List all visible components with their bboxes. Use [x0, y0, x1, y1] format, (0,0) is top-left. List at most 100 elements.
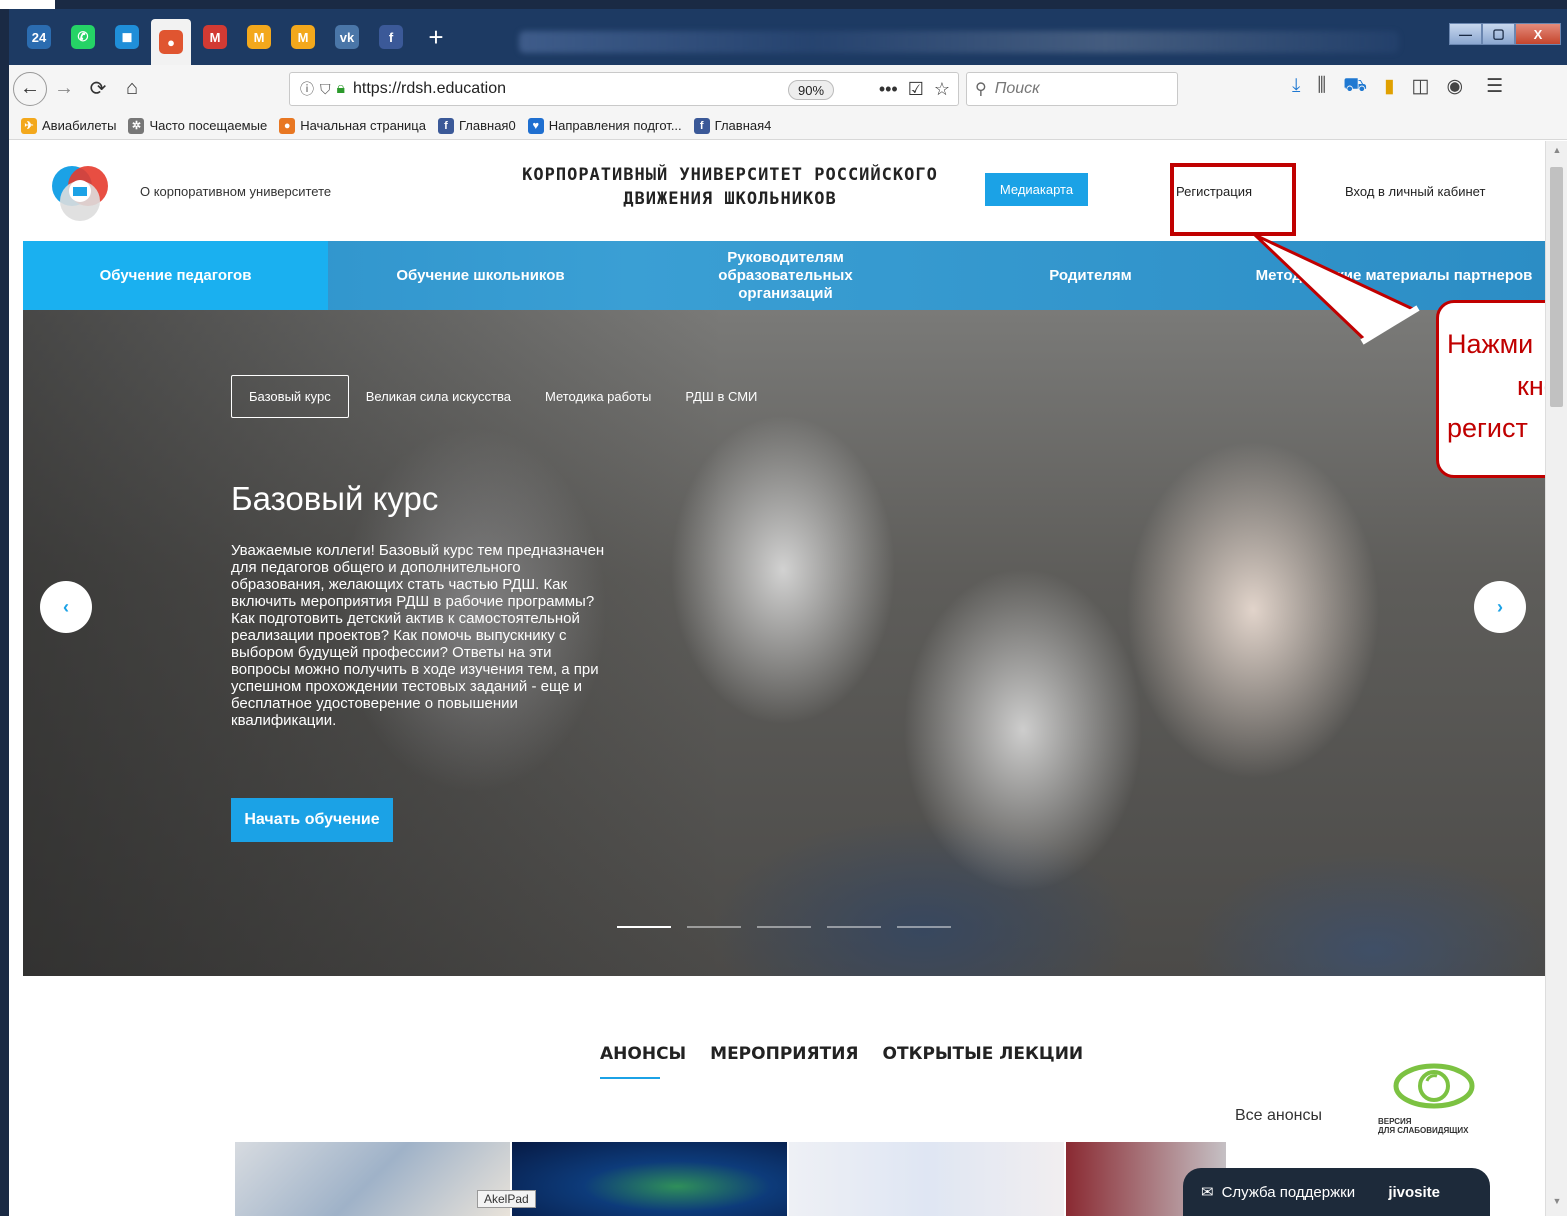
bookmark-item[interactable]: f Главная0	[437, 117, 516, 134]
tab-mail2[interactable]: M	[239, 17, 279, 57]
tab-vk[interactable]: vk	[327, 17, 367, 57]
library-icon[interactable]: ⫼	[1317, 75, 1326, 99]
bookmark-item[interactable]: ✈ Авиабилеты	[21, 117, 116, 134]
back-icon[interactable]: ←	[13, 71, 47, 106]
url-bar[interactable]: ⓘ ⛉ 🔒︎ https://rdsh.education 90% ••• ☑ …	[289, 72, 959, 106]
minimize-button[interactable]: —	[1449, 23, 1482, 45]
about-university-link[interactable]: О корпоративном университете	[140, 184, 331, 199]
reload-icon[interactable]: ⟳	[81, 72, 115, 106]
message-icon: ✉	[1201, 1184, 1214, 1201]
tab-rdsh[interactable]: ●	[151, 19, 191, 65]
bookmark-item[interactable]: ● Начальная страница	[279, 117, 426, 134]
forward-icon[interactable]: →	[47, 72, 81, 106]
announcement-card[interactable]	[235, 1142, 510, 1216]
section-tabs: АНОНСЫ МЕРОПРИЯТИЯ ОТКРЫТЫЕ ЛЕКЦИИ	[600, 1044, 1084, 1079]
tracking-shield-icon[interactable]: ⛉	[320, 81, 331, 98]
page-actions-icon[interactable]: •••	[879, 79, 898, 100]
zoom-level[interactable]: 90%	[788, 80, 835, 100]
tab-facebook[interactable]: f	[371, 17, 411, 57]
pocket-icon[interactable]: ☑	[908, 79, 924, 100]
section-tab[interactable]: ОТКРЫТЫЕ ЛЕКЦИИ	[883, 1044, 1084, 1064]
login-link[interactable]: Вход в личный кабинет	[1345, 184, 1485, 199]
nav-item[interactable]: Руководителям образовательных организаци…	[633, 241, 938, 310]
slider-dot[interactable]	[757, 926, 811, 928]
all-announcements-link[interactable]: Все анонсы	[1235, 1107, 1322, 1125]
active-tab-underline	[600, 1077, 660, 1079]
hero-tab[interactable]: РДШ в СМИ	[668, 375, 774, 418]
new-tab-button[interactable]: +	[421, 22, 451, 53]
flag-icon[interactable]: ▮	[1384, 75, 1394, 99]
bookmark-label: Главная0	[458, 118, 516, 133]
blurred-tabs	[519, 31, 1399, 53]
next-slide-button[interactable]: ›	[1474, 581, 1526, 633]
hero-title: Базовый курс	[231, 480, 439, 517]
akelpad-label[interactable]: AkelPad	[477, 1190, 536, 1208]
bookmarks-bar: ✈ Авиабилеты ✲ Часто посещаемые ● Начальная с…	[9, 112, 1567, 140]
tab-mail1-icon: M	[203, 25, 227, 49]
tab-whatsapp[interactable]: ✆	[63, 17, 103, 57]
tab-24[interactable]: 24	[19, 17, 59, 57]
slider-dot[interactable]	[687, 926, 741, 928]
tab-mail3[interactable]: M	[283, 17, 323, 57]
bookmark-label: Начальная страница	[300, 118, 426, 133]
url-text[interactable]: https://rdsh.education	[353, 80, 506, 98]
prev-slide-button[interactable]: ‹	[40, 581, 92, 633]
rdsh-logo[interactable]	[47, 161, 113, 223]
slider-dot[interactable]	[827, 926, 881, 928]
home-icon[interactable]: ⌂	[115, 72, 149, 106]
url-actions: ••• ☑ ☆	[879, 79, 950, 100]
bookmark-star-icon[interactable]: ☆	[934, 79, 950, 100]
support-label: Служба поддержки	[1221, 1183, 1356, 1201]
low-vision-link[interactable]: ВЕРСИЯ ДЛЯ СЛАБОВИДЯЩИХ	[1378, 1117, 1468, 1135]
section-tab[interactable]: МЕРОПРИЯТИЯ	[710, 1044, 858, 1064]
info-icon[interactable]: ⓘ	[300, 79, 314, 99]
cart-icon[interactable]: ⛟	[1343, 75, 1367, 99]
tab-list: 24 ✆ ◼ ● M M Mvk f	[15, 9, 411, 65]
register-highlight-box	[1170, 163, 1296, 236]
slider-dot[interactable]	[897, 926, 951, 928]
hero-tab[interactable]: Методика работы	[528, 375, 668, 418]
announcement-card[interactable]	[512, 1142, 787, 1216]
scroll-down-icon[interactable]: ▼	[1551, 1196, 1563, 1206]
annotation-pointer	[1253, 233, 1420, 345]
bookmark-item[interactable]: ♥ Направления подгот...	[527, 117, 682, 134]
search-input[interactable]: ⚲ Поиск	[966, 72, 1178, 106]
hero-tab[interactable]: Великая сила искусства	[349, 375, 528, 418]
nav-item[interactable]: Обучение педагогов	[23, 241, 328, 310]
lock-icon[interactable]: 🔒︎	[337, 80, 346, 98]
extension-icon[interactable]: ◉	[1446, 75, 1463, 99]
window-frame-top	[55, 0, 1567, 9]
scroll-thumb[interactable]	[1550, 167, 1563, 407]
announcement-card[interactable]	[789, 1142, 1064, 1216]
tab-rdsh-icon: ●	[159, 30, 183, 54]
toolbar-icons: ⤓ ⫼ ⛟ ▮ ◫ ◉ ☰	[1292, 75, 1503, 99]
start-learning-button[interactable]: Начать обучение	[231, 798, 393, 842]
tab-blue[interactable]: ◼	[107, 17, 147, 57]
bookmark-item[interactable]: ✲ Часто посещаемые	[128, 117, 267, 134]
site-header: О корпоративном университете КОРПОРАТИВН…	[23, 141, 1545, 241]
reader-icon[interactable]: ◫	[1412, 75, 1430, 99]
download-icon[interactable]: ⤓	[1292, 75, 1300, 99]
slider-dot[interactable]	[617, 926, 671, 928]
page-scrollbar[interactable]: ▲ ▼	[1545, 141, 1567, 1216]
section-tab[interactable]: АНОНСЫ	[600, 1044, 686, 1064]
tab-mail3-icon: M	[291, 25, 315, 49]
bookmark-icon: ●	[279, 117, 296, 134]
support-chat-widget[interactable]: ✉ Служба поддержки jivosite	[1183, 1168, 1490, 1216]
bookmark-item[interactable]: f Главная4	[693, 117, 771, 134]
scroll-up-icon[interactable]: ▲	[1551, 145, 1563, 155]
bookmark-icon: f	[437, 117, 454, 134]
tab-mail2-icon: M	[247, 25, 271, 49]
nav-item[interactable]: Обучение школьников	[328, 241, 633, 310]
media-map-button[interactable]: Медиакарта	[985, 173, 1088, 206]
window-frame-left	[0, 9, 9, 1216]
close-button[interactable]: X	[1515, 23, 1561, 45]
window-frame-corner	[0, 0, 55, 9]
tab-mail1[interactable]: M	[195, 17, 235, 57]
menu-icon[interactable]: ☰	[1486, 75, 1503, 99]
hero-description: Уважаемые коллеги! Базовый курс тем пред…	[231, 542, 605, 729]
bookmark-icon: ✈	[21, 117, 37, 134]
nav-item[interactable]: Родителям	[938, 241, 1243, 310]
hero-tab[interactable]: Базовый курс	[231, 375, 349, 418]
maximize-button[interactable]: ▢	[1482, 23, 1515, 45]
